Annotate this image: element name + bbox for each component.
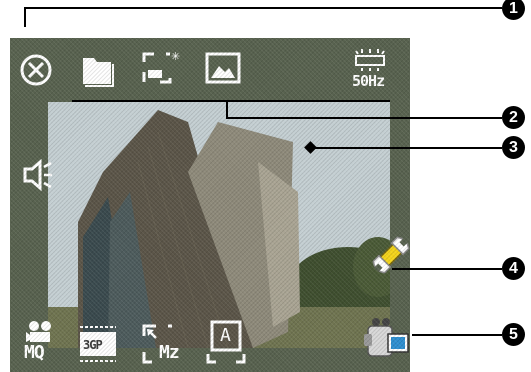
auto-mode-label: A bbox=[220, 325, 231, 346]
callout-number-1: 1 bbox=[502, 0, 525, 20]
callout-number-5: 5 bbox=[502, 323, 525, 346]
camera-screen: ✳ 50Hz MQ 3GP Mz A bbox=[10, 38, 410, 372]
album-icon[interactable] bbox=[205, 52, 241, 86]
svg-text:✳: ✳ bbox=[171, 50, 180, 63]
callout-number-4: 4 bbox=[502, 257, 525, 280]
callout-number-3: 3 bbox=[502, 136, 525, 159]
flicker-frequency-label: 50Hz bbox=[352, 72, 385, 90]
callout-line-1-vertical bbox=[24, 7, 26, 27]
zoom-label: Mz bbox=[159, 342, 180, 363]
camcorder-icon[interactable] bbox=[364, 318, 410, 360]
callout-line-4 bbox=[392, 268, 502, 270]
callout-number-2: 2 bbox=[502, 106, 525, 129]
speaker-icon[interactable] bbox=[22, 158, 54, 192]
format-label: 3GP bbox=[83, 338, 103, 352]
viewfinder-preview bbox=[48, 102, 390, 348]
callout-line-5 bbox=[412, 334, 502, 336]
capture-mode-icon[interactable]: ✳ bbox=[140, 48, 180, 88]
close-icon[interactable] bbox=[18, 52, 54, 88]
flicker-icon[interactable] bbox=[350, 48, 390, 72]
video-quality-label: MQ bbox=[24, 342, 45, 363]
video-quality-icon[interactable] bbox=[22, 320, 58, 344]
callout-line-1 bbox=[24, 7, 502, 9]
callout-line-2-vertical bbox=[226, 100, 228, 118]
callout-line-2 bbox=[226, 117, 502, 119]
callout-line-2-bar bbox=[72, 100, 390, 102]
callout-line-3 bbox=[312, 147, 502, 149]
preview-photo bbox=[48, 102, 390, 348]
folder-icon[interactable] bbox=[80, 50, 116, 88]
